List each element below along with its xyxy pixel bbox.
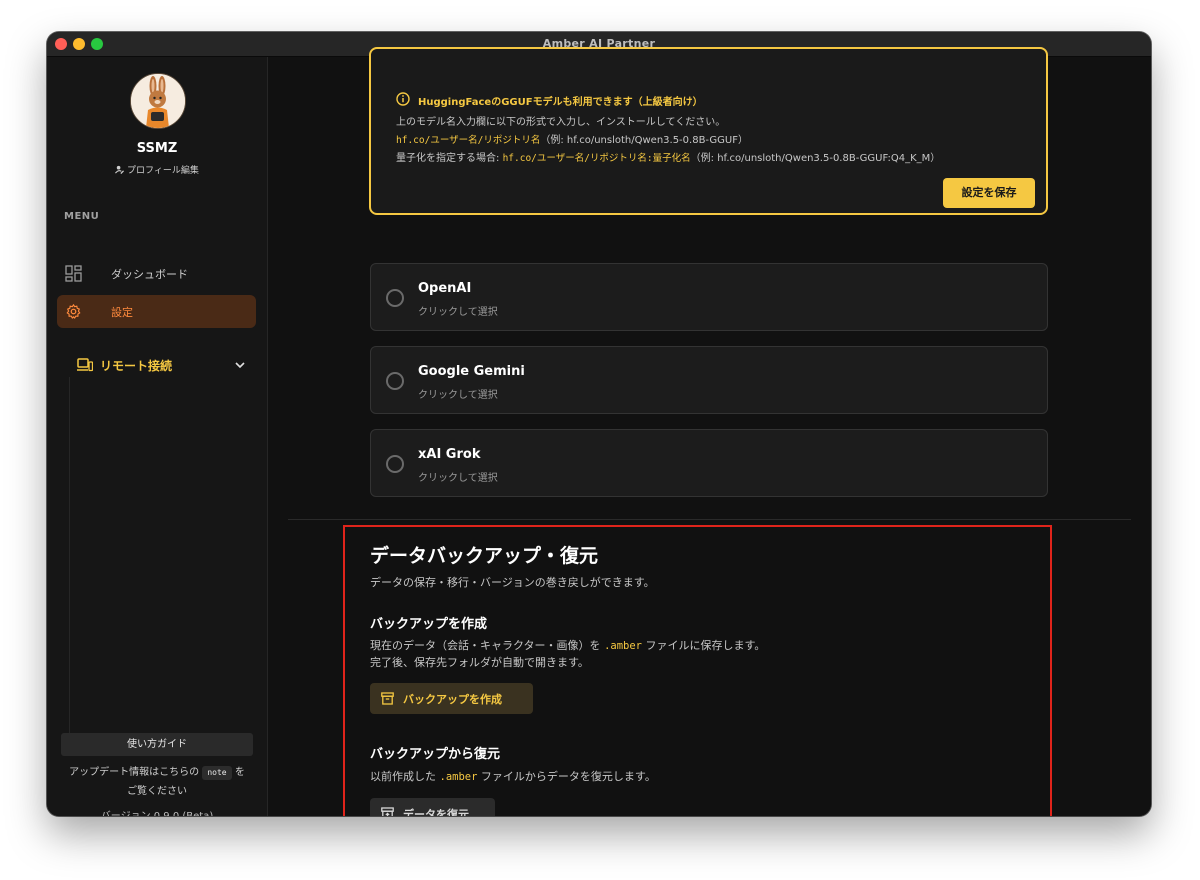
provider-hint: クリックして選択 [418,307,498,318]
section-divider [288,519,1131,520]
chevron-down-icon [235,362,245,369]
restore-backup-description: 以前作成した .amber ファイルからデータを復元します。 [370,768,656,784]
note-link[interactable]: note [202,766,232,780]
update-info-line2: ご覧ください [127,786,187,797]
update-info-prefix: アップデート情報はこちらの [69,767,200,778]
create-desc-suffix: ファイルに保存します。 [642,639,766,652]
gear-icon [66,304,81,319]
provider-option-grok[interactable]: xAI Grok クリックして選択 [370,429,1048,497]
menu-section-label: MENU [64,211,100,222]
provider-name: xAI Grok [418,447,481,462]
archive-icon [381,692,394,705]
format-example: （例: hf.co/unsloth/Qwen3.5-0.8B-GGUF） [540,135,748,146]
backup-section-title: データバックアップ・復元 [370,545,599,567]
avatar[interactable] [130,73,186,129]
remote-connection-toggle[interactable]: リモート接続 [69,353,245,377]
devices-icon [77,358,93,372]
dashboard-grid-icon [65,265,82,282]
main-content: HuggingFaceのGGUFモデルも利用できます（上級者向け） 上のモデル名… [268,47,1151,816]
profile-edit-label: プロフィール編集 [127,166,199,176]
quant-example: （例: hf.co/unsloth/Qwen3.5-0.8B-GGUF:Q4_K… [690,153,941,164]
create-backup-description: 現在のデータ（会話・キャラクター・画像）を .amber ファイルに保存します。 [370,637,765,653]
restore-desc-prefix: 以前作成した [370,770,440,783]
sidebar-item-label: 設定 [111,306,133,319]
amber-extension: .amber [439,771,478,783]
info-icon [396,92,410,106]
update-info-suffix: を [234,767,245,778]
quant-code: hf.co/ユーザー名/リポジトリ名:量子化名 [502,153,691,164]
amber-extension: .amber [604,640,642,652]
version-label: バージョン 0.9.0 (Beta) [47,807,267,816]
create-backup-button[interactable]: バックアップを作成 [370,683,533,714]
sidebar-item-dashboard[interactable]: ダッシュボード [57,257,256,290]
provider-option-openai[interactable]: OpenAI クリックして選択 [370,263,1048,331]
provider-name: OpenAI [418,281,472,296]
username: SSMZ [136,141,178,156]
app-window: Amber AI Partner SSMZ プロフィール編集 MENU ダッシュ… [47,32,1151,816]
usage-guide-button[interactable]: 使い方ガイド [61,733,253,756]
radio-button[interactable] [386,289,404,307]
huggingface-instruction: 上のモデル名入力欄に以下の形式で入力し、インストールしてください。 [396,117,726,128]
huggingface-title: HuggingFaceのGGUFモデルも利用できます（上級者向け） [418,97,703,108]
provider-option-gemini[interactable]: Google Gemini クリックして選択 [370,346,1048,414]
restore-desc-suffix: ファイルからデータを復元します。 [477,770,656,783]
sidebar: SSMZ プロフィール編集 MENU ダッシュボード 設定 リモート接続 使い方… [47,57,268,816]
sidebar-item-settings[interactable]: 設定 [57,295,256,328]
profile-edit-link[interactable]: プロフィール編集 [47,163,267,176]
create-backup-note: 完了後、保存先フォルダが自動で開きます。 [370,656,589,669]
user-edit-icon [115,165,125,174]
rabbit-avatar-image [131,74,185,128]
create-backup-heading: バックアップを作成 [370,617,488,632]
radio-button[interactable] [386,455,404,473]
remote-connection-label: リモート接続 [100,359,173,373]
restore-data-label: データを復元 [403,808,469,816]
create-backup-label: バックアップを作成 [403,693,502,706]
save-settings-button[interactable]: 設定を保存 [943,178,1035,208]
quant-prefix: 量子化を指定する場合: [396,153,503,164]
huggingface-quant-line: 量子化を指定する場合: hf.co/ユーザー名/リポジトリ名:量子化名（例: h… [396,149,940,164]
provider-hint: クリックして選択 [418,473,498,484]
create-desc-prefix: 現在のデータ（会話・キャラクター・画像）を [370,639,605,652]
provider-hint: クリックして選択 [418,390,498,401]
restore-backup-heading: バックアップから復元 [370,747,501,762]
huggingface-format-line: hf.co/ユーザー名/リポジトリ名（例: hf.co/unsloth/Qwen… [396,131,748,146]
huggingface-info-box: HuggingFaceのGGUFモデルも利用できます（上級者向け） 上のモデル名… [369,47,1048,215]
format-code: hf.co/ユーザー名/リポジトリ名 [396,135,541,146]
remote-section-line [69,377,70,737]
radio-button[interactable] [386,372,404,390]
archive-restore-icon [381,807,394,816]
update-info: アップデート情報はこちらの note を ご覧ください [57,763,257,801]
provider-name: Google Gemini [418,364,525,379]
sidebar-item-label: ダッシュボード [111,268,188,281]
backup-section-description: データの保存・移行・バージョンの巻き戻しができます。 [370,576,655,589]
restore-data-button[interactable]: データを復元 [370,798,495,816]
